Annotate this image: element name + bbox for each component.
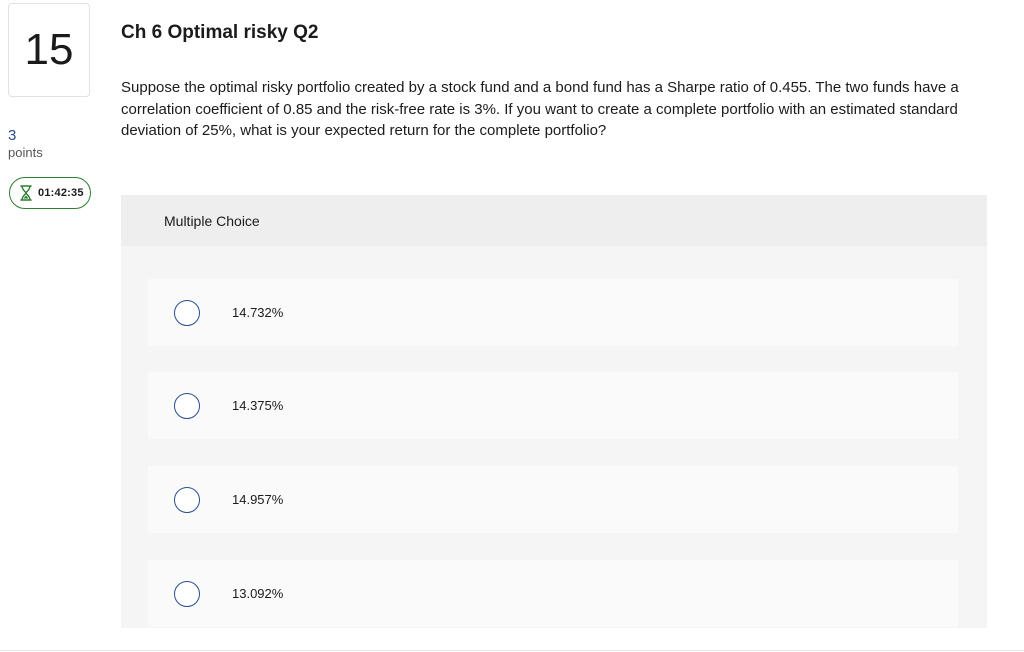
points-value: 3 — [8, 127, 17, 144]
divider — [0, 650, 1024, 651]
choice-label: 13.092% — [232, 586, 284, 601]
question-page: 15 3 points 01:42:35 Ch 6 Optimal risky … — [0, 0, 1024, 652]
choice-label: 14.957% — [232, 492, 284, 507]
radio-button-icon[interactable] — [174, 580, 200, 607]
radio-button-icon[interactable] — [174, 299, 200, 326]
choice-label: 14.375% — [232, 398, 284, 413]
multiple-choice-panel: Multiple Choice 14.732% 14.375% 14.957% … — [121, 195, 987, 628]
choice-option-1[interactable]: 14.732% — [148, 279, 958, 346]
points-label: points — [8, 145, 43, 160]
multiple-choice-header: Multiple Choice — [121, 195, 987, 246]
radio-button-icon[interactable] — [174, 486, 200, 513]
radio-button-icon[interactable] — [174, 392, 200, 419]
question-number-text: 15 — [24, 25, 74, 74]
timer-badge: 01:42:35 — [9, 177, 91, 209]
hourglass-icon — [20, 185, 32, 201]
choice-label: 14.732% — [232, 305, 284, 320]
timer-text: 01:42:35 — [38, 187, 84, 199]
question-title: Ch 6 Optimal risky Q2 — [121, 22, 319, 43]
choice-option-2[interactable]: 14.375% — [148, 372, 958, 439]
choice-option-3[interactable]: 14.957% — [148, 466, 958, 533]
question-text: Suppose the optimal risky portfolio crea… — [121, 79, 959, 139]
choice-option-4[interactable]: 13.092% — [148, 560, 958, 627]
question-number: 15 — [8, 3, 90, 97]
